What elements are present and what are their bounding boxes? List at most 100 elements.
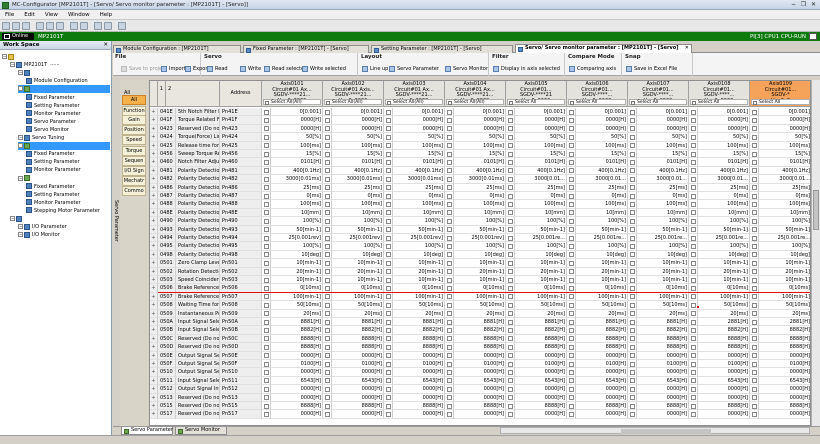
param-value[interactable]: 15[%] [393, 150, 445, 159]
ribbon-button[interactable]: Save to project [121, 65, 167, 73]
axis-header[interactable]: Axis0102 Circuit#01 Axis... SGDV-****21...… [323, 81, 384, 107]
row-checkbox[interactable] [384, 250, 393, 260]
row-checkbox[interactable] [567, 242, 576, 251]
row-checkbox[interactable] [323, 175, 332, 184]
row-expand-icon[interactable]: + [150, 301, 158, 310]
row-checkbox[interactable] [384, 217, 393, 226]
row-checkbox[interactable] [445, 393, 454, 402]
param-value[interactable]: 0000[H] [698, 393, 750, 402]
row-checkbox[interactable] [567, 192, 576, 201]
param-value[interactable]: 0000[H] [393, 393, 445, 402]
row-checkbox[interactable] [384, 334, 393, 344]
row-checkbox[interactable] [628, 234, 637, 243]
row-checkbox[interactable] [567, 351, 576, 360]
param-value[interactable]: 0000[H] [332, 124, 384, 134]
col-header-address[interactable]: Address [220, 81, 262, 107]
row-checkbox[interactable] [689, 158, 698, 167]
tree-node[interactable]: − [2, 53, 110, 61]
table-row[interactable]: +041E5th Notch Filter De...Pn41E 0[0.001]… [150, 108, 810, 117]
table-row[interactable]: +0423Reserved (Do not ...Pn423 0000[H] 000… [150, 124, 810, 134]
param-value[interactable]: 0[0.001] [576, 108, 628, 117]
expand-icon[interactable]: − [18, 135, 23, 140]
select-all-checkbox[interactable]: Select All [568, 99, 626, 105]
row-checkbox[interactable] [445, 318, 454, 327]
param-value[interactable]: 10[min-1] [393, 259, 445, 268]
tree-node[interactable]: Setting Parameter [26, 102, 110, 110]
row-checkbox[interactable] [628, 141, 637, 150]
param-value[interactable]: 100[ms] [759, 141, 810, 150]
param-value[interactable]: 0000[H] [393, 351, 445, 360]
param-value[interactable]: 0000[H] [271, 368, 323, 377]
param-value[interactable]: 20[min-1] [393, 267, 445, 276]
row-checkbox[interactable] [262, 234, 271, 243]
param-value[interactable]: 6543[H] [698, 376, 750, 386]
param-value[interactable]: 25[0.001re... [576, 234, 628, 243]
param-value[interactable]: 3000[0.01ms] [393, 175, 445, 184]
param-value[interactable]: 10[mm] [393, 208, 445, 218]
row-checkbox[interactable] [323, 351, 332, 360]
row-checkbox[interactable] [567, 217, 576, 226]
row-checkbox[interactable] [445, 376, 454, 386]
row-checkbox[interactable] [567, 410, 576, 419]
row-checkbox[interactable] [567, 376, 576, 386]
ribbon-button[interactable]: Read [207, 65, 228, 73]
param-value[interactable]: 50[min-1] [759, 225, 810, 234]
param-value[interactable]: 8882[H] [759, 326, 810, 335]
param-value[interactable]: 0[0.001] [271, 108, 323, 117]
param-value[interactable]: 0000[H] [576, 410, 628, 419]
row-checkbox[interactable] [689, 402, 698, 411]
row-checkbox[interactable] [567, 124, 576, 134]
row-checkbox[interactable] [567, 334, 576, 344]
row-checkbox[interactable] [689, 351, 698, 360]
row-checkbox[interactable] [506, 343, 515, 352]
row-checkbox[interactable] [384, 368, 393, 377]
row-expand-icon[interactable]: + [150, 166, 158, 176]
row-expand-icon[interactable]: + [150, 326, 158, 335]
param-value[interactable]: 100[ms] [332, 141, 384, 150]
row-checkbox[interactable] [628, 242, 637, 251]
param-value[interactable]: 25[0.001re... [698, 234, 750, 243]
row-checkbox[interactable] [750, 116, 759, 125]
param-value[interactable]: 0000[H] [332, 116, 384, 125]
row-checkbox[interactable] [262, 208, 271, 218]
row-checkbox[interactable] [689, 410, 698, 419]
param-value[interactable]: 50[10ms] [698, 301, 750, 310]
row-checkbox[interactable] [628, 259, 637, 268]
row-checkbox[interactable] [567, 234, 576, 243]
row-expand-icon[interactable]: + [150, 393, 158, 402]
row-checkbox[interactable] [506, 234, 515, 243]
param-value[interactable]: 400[0.1Hz] [454, 166, 506, 176]
param-value[interactable]: 25[ms] [271, 183, 323, 192]
row-checkbox[interactable] [262, 385, 271, 394]
param-value[interactable]: 8888[H] [576, 402, 628, 411]
row-checkbox[interactable] [567, 208, 576, 218]
row-checkbox[interactable] [567, 368, 576, 377]
param-value[interactable]: 8882[H] [576, 326, 628, 335]
row-checkbox[interactable] [445, 192, 454, 201]
param-value[interactable]: 100[ms] [454, 200, 506, 209]
param-value[interactable]: 10[mm] [454, 208, 506, 218]
param-value[interactable]: 0[ms] [637, 192, 689, 201]
row-checkbox[interactable] [567, 200, 576, 209]
row-checkbox[interactable] [567, 301, 576, 310]
row-checkbox[interactable] [506, 150, 515, 159]
row-checkbox[interactable] [384, 183, 393, 192]
row-expand-icon[interactable]: + [150, 158, 158, 167]
param-value[interactable]: 100[min-1] [393, 292, 445, 302]
row-checkbox[interactable] [567, 158, 576, 167]
ribbon-button[interactable]: Write selected [302, 65, 346, 73]
param-value[interactable]: 0000[H] [515, 393, 567, 402]
expand-icon[interactable]: − [18, 143, 23, 149]
row-checkbox[interactable] [384, 124, 393, 134]
param-value[interactable]: 3000[0.01... [576, 175, 628, 184]
table-row[interactable]: +050CReserved (Do not ...Pn50C 8888[H] 888… [150, 334, 810, 344]
row-checkbox[interactable] [506, 166, 515, 176]
row-checkbox[interactable] [628, 334, 637, 344]
row-checkbox[interactable] [323, 360, 332, 369]
close-button[interactable]: ✕ [809, 1, 818, 9]
row-checkbox[interactable] [384, 351, 393, 360]
row-checkbox[interactable] [445, 150, 454, 159]
row-checkbox[interactable] [384, 192, 393, 201]
param-value[interactable]: 0000[H] [454, 393, 506, 402]
param-value[interactable]: 0101[H] [332, 158, 384, 167]
